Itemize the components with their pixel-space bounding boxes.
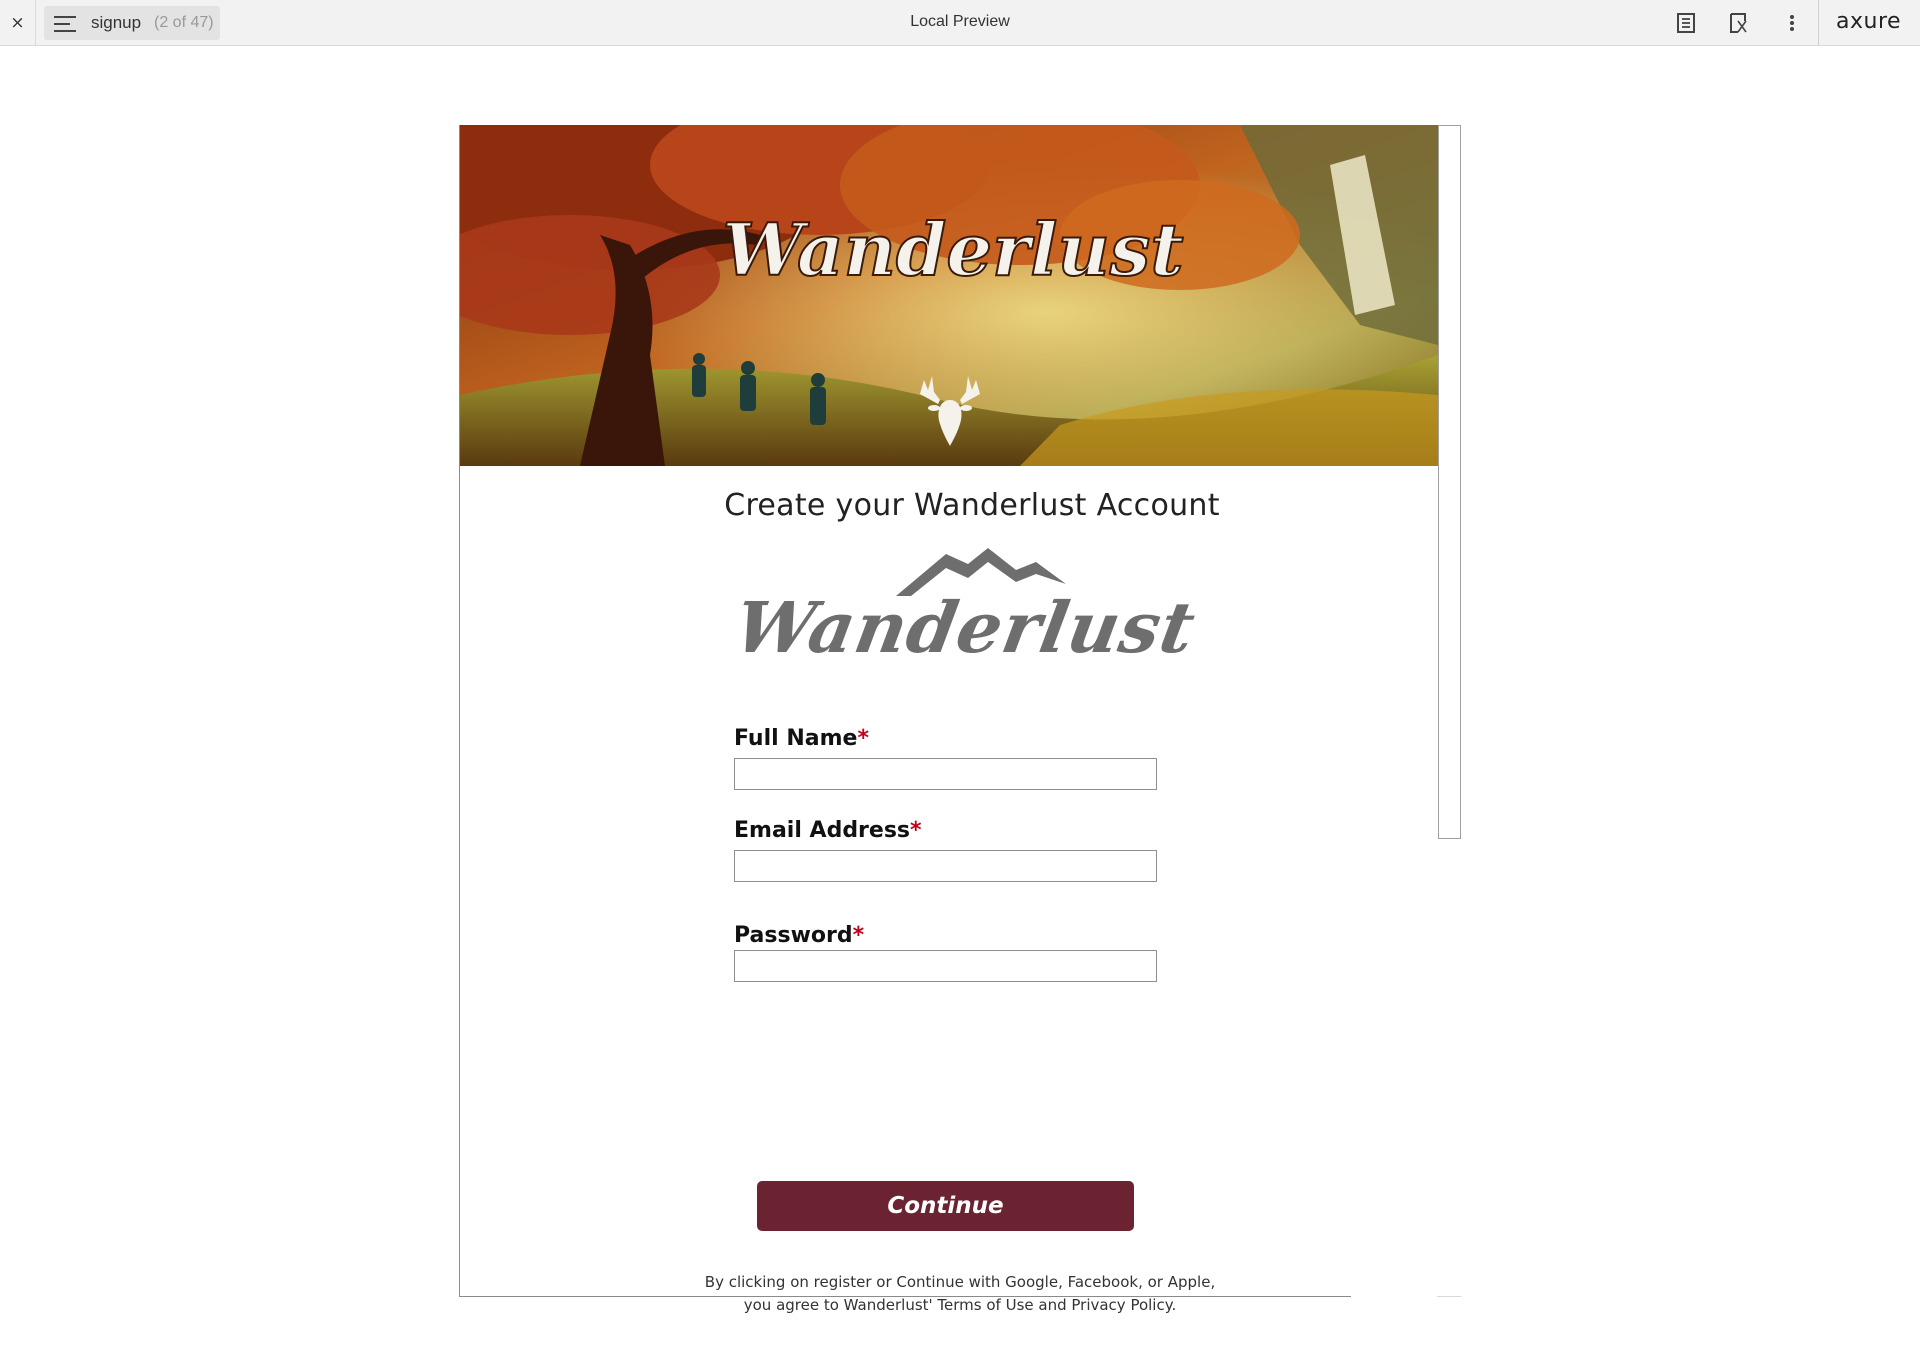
banner-title: Wanderlust — [722, 207, 1183, 292]
prototype-frame: Wanderlust Create your Wanderlust Accoun… — [459, 125, 1461, 1314]
toolbar-divider — [1818, 0, 1819, 45]
axure-logo[interactable]: axure — [1836, 0, 1901, 44]
current-page-name: signup — [91, 13, 142, 32]
required-marker: * — [852, 923, 865, 948]
legal-line-2: you agree to Wanderlust' Terms of Use an… — [743, 1296, 1177, 1314]
email-label: Email Address* — [734, 818, 922, 843]
menu-icon — [54, 16, 76, 32]
page-count: (2 of 47) — [154, 14, 214, 31]
required-marker: * — [857, 726, 869, 751]
inspect-icon[interactable] — [1726, 11, 1750, 35]
signup-form: Create your Wanderlust Account Wanderlus… — [460, 466, 1438, 1314]
close-button[interactable]: × — [0, 0, 36, 45]
toolbar-title: Local Preview — [910, 13, 1010, 30]
full-name-label: Full Name* — [734, 726, 869, 751]
required-marker: * — [910, 818, 922, 843]
logo-wordmark: Wanderlust — [728, 586, 1202, 669]
more-options-icon[interactable] — [1780, 11, 1804, 35]
legal-line-1: By clicking on register or Continue with… — [704, 1273, 1216, 1291]
wanderlust-logo: Wanderlust — [729, 534, 1202, 669]
legal-notice: By clicking on register or Continue with… — [560, 1271, 1560, 1317]
forest-illustration: Wanderlust — [460, 125, 1438, 466]
hero-banner: Wanderlust — [460, 125, 1438, 466]
continue-button[interactable]: Continue — [757, 1181, 1134, 1231]
page-selector[interactable]: signup (2 of 47) — [44, 6, 220, 40]
close-icon: × — [10, 12, 25, 33]
password-input[interactable] — [734, 950, 1157, 982]
scrollbar[interactable] — [1438, 125, 1461, 839]
page-notes-icon[interactable] — [1674, 11, 1698, 35]
email-input[interactable] — [734, 850, 1157, 882]
full-name-input[interactable] — [734, 758, 1157, 790]
password-label: Password* — [734, 923, 865, 948]
preview-toolbar: × signup (2 of 47) Local Preview axure — [0, 0, 1920, 46]
page-title: Create your Wanderlust Account — [724, 488, 1220, 523]
